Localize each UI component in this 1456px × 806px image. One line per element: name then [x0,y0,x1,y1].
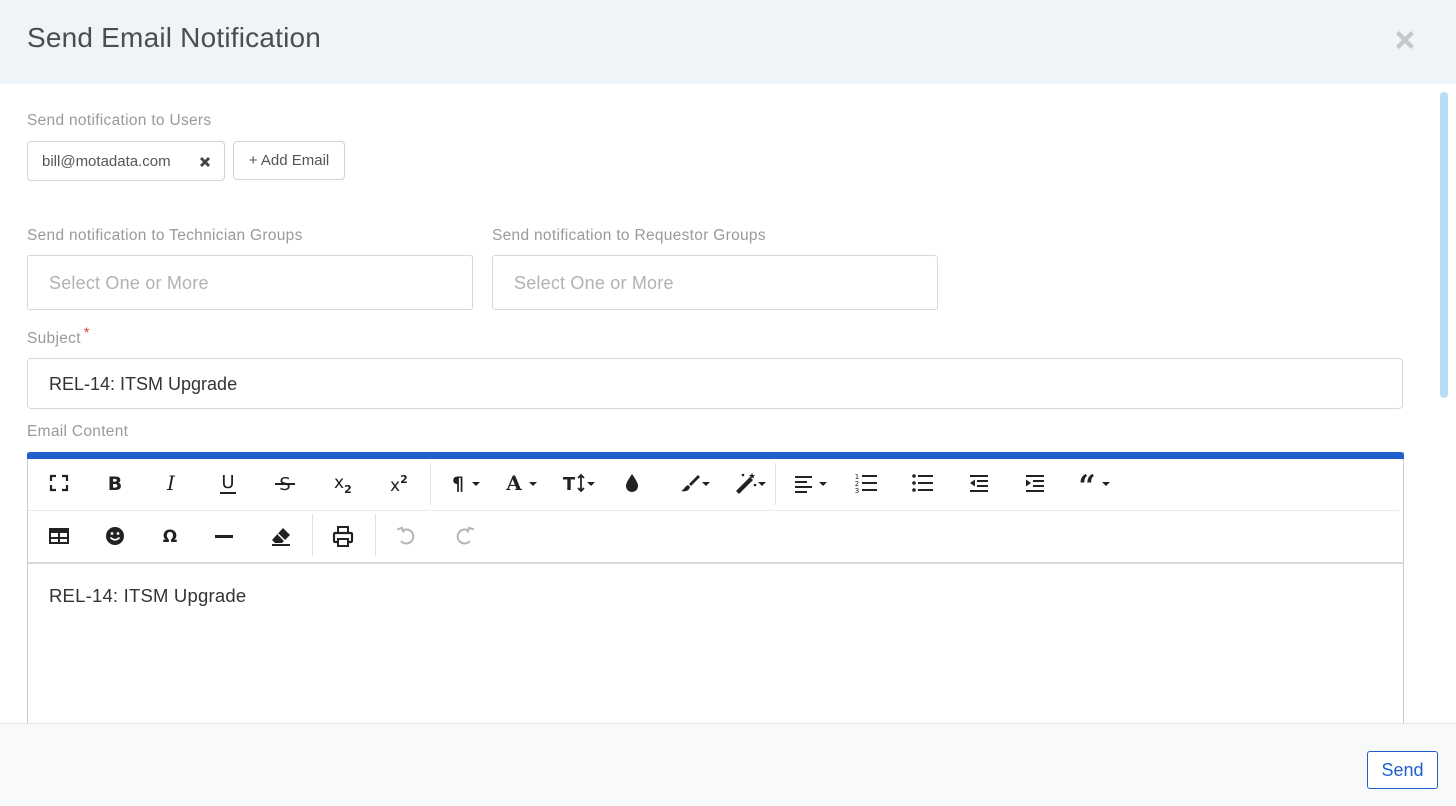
user-chip: bill@motadata.com [27,141,225,181]
align-icon[interactable] [789,463,833,503]
font-family-icon[interactable]: A [498,463,542,503]
paint-brush-icon[interactable] [669,463,713,503]
paragraph-format-icon[interactable]: ¶ [441,463,485,503]
toolbar-row-divider [28,510,1399,511]
svg-text:B: B [108,473,122,495]
close-icon[interactable] [1391,26,1419,54]
svg-text:2: 2 [344,483,352,496]
svg-text:I: I [166,471,176,495]
svg-text:2: 2 [400,473,408,486]
user-chip-email: bill@motadata.com [42,153,171,170]
superscript-icon[interactable]: x2 [376,463,420,503]
special-character-icon[interactable]: Ω [148,516,192,556]
dialog-footer [0,723,1456,806]
color-drop-icon[interactable] [610,463,654,503]
svg-text:¶: ¶ [452,473,464,495]
email-content-label: Email Content [27,423,129,440]
technician-groups-select[interactable]: Select One or More [27,255,473,310]
requestor-groups-placeholder: Select One or More [514,273,674,293]
emoticon-icon[interactable] [93,516,137,556]
bold-icon[interactable]: B [93,463,137,503]
indent-icon[interactable] [1013,463,1057,503]
rich-text-editor: B I U S x2 x2 ¶ A T [27,452,1404,752]
unordered-list-icon[interactable] [900,463,944,503]
subject-value: REL-14: ITSM Upgrade [49,374,238,394]
requestor-groups-select[interactable]: Select One or More [492,255,938,310]
undo-icon[interactable] [385,516,429,556]
dialog-header: Send Email Notification [0,0,1456,84]
editor-body-text[interactable]: REL-14: ITSM Upgrade [49,585,246,607]
quote-icon[interactable]: “ [1071,463,1115,503]
print-icon[interactable] [321,516,365,556]
subject-label-text: Subject [27,330,81,347]
technician-groups-placeholder: Select One or More [49,273,209,293]
vertical-scrollbar[interactable] [1440,92,1448,398]
underline-icon[interactable]: U [206,463,250,503]
svg-text:“: “ [1078,469,1095,503]
horizontal-line-icon[interactable] [202,516,246,556]
svg-text:x: x [390,476,400,496]
italic-icon[interactable]: I [149,463,193,503]
requestor-groups-label: Send notification to Requestor Groups [492,227,766,244]
toolbar-separator [312,514,313,556]
table-icon[interactable] [37,516,81,556]
toolbar-separator [775,463,776,505]
send-button[interactable]: Send [1367,751,1438,789]
editor-toolbar: B I U S x2 x2 ¶ A T [28,459,1403,564]
ordered-list-icon[interactable]: 123 [844,463,888,503]
toolbar-separator [430,463,431,505]
users-label: Send notification to Users [27,112,212,129]
font-size-icon[interactable]: T [555,463,599,503]
technician-groups-label: Send notification to Technician Groups [27,227,303,244]
subject-label: Subject * [27,324,90,348]
subscript-icon[interactable]: x2 [320,463,364,503]
toolbar-separator [375,514,376,556]
svg-text:A: A [505,471,522,495]
required-asterisk: * [83,324,90,340]
outdent-icon[interactable] [957,463,1001,503]
clear-formatting-icon[interactable] [259,516,303,556]
subject-input[interactable]: REL-14: ITSM Upgrade [27,358,1403,409]
redo-icon[interactable] [442,516,486,556]
add-email-button[interactable]: + Add Email [233,141,345,180]
remove-chip-icon[interactable] [198,155,212,169]
svg-text:T: T [563,474,576,495]
svg-text:3: 3 [855,487,859,495]
svg-text:Ω: Ω [163,527,177,547]
editor-accent-bar [27,452,1404,459]
fullscreen-icon[interactable] [37,463,81,503]
svg-text:x: x [334,473,344,493]
dialog-title: Send Email Notification [27,22,322,53]
svg-text:U: U [221,472,234,493]
magic-wand-icon[interactable] [725,463,769,503]
strikethrough-icon[interactable]: S [263,463,307,503]
